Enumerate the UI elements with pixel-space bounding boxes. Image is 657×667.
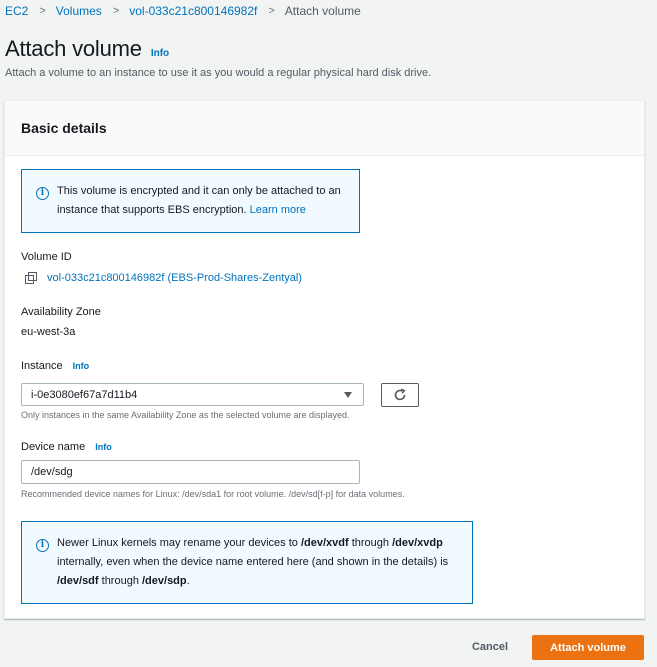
volume-id-row: vol-033c21c800146982f (EBS-Prod-Shares-Z…	[21, 272, 302, 284]
volume-id-label-text: Volume ID	[21, 251, 72, 263]
cancel-button[interactable]: Cancel	[462, 635, 518, 659]
basic-details-panel: Basic details i This volume is encrypted…	[4, 100, 645, 619]
page-header: Attach volume Info	[5, 36, 169, 62]
kernel-alert-bold-1: /dev/xvdf	[300, 537, 349, 549]
refresh-button[interactable]	[381, 383, 419, 407]
breadcrumb: EC2 > Volumes > vol-033c21c800146982f > …	[5, 3, 361, 19]
breadcrumb-volume-id[interactable]: vol-033c21c800146982f	[129, 4, 257, 18]
device-name-label: Device name Info	[21, 441, 112, 453]
chevron-right-icon: >	[112, 5, 120, 17]
device-name-label-text: Device name	[21, 441, 86, 453]
breadcrumb-volumes[interactable]: Volumes	[56, 4, 102, 18]
info-icon: i	[36, 187, 49, 200]
device-name-info-link[interactable]: Info	[95, 442, 112, 452]
breadcrumb-ec2[interactable]: EC2	[5, 4, 28, 18]
volume-id-link[interactable]: vol-033c21c800146982f (EBS-Prod-Shares-Z…	[47, 272, 302, 284]
info-icon: i	[36, 539, 49, 552]
panel-header: Basic details	[5, 101, 644, 156]
kernel-alert-bold-3: /dev/sdf	[57, 575, 99, 587]
instance-label-text: Instance	[21, 360, 63, 372]
panel-title: Basic details	[21, 120, 107, 136]
encryption-alert: i This volume is encrypted and it can on…	[21, 169, 360, 233]
kernel-rename-alert: i Newer Linux kernels may rename your de…	[21, 521, 473, 604]
kernel-alert-bold-4: /dev/sdp	[142, 575, 187, 587]
attach-volume-button[interactable]: Attach volume	[532, 635, 644, 660]
device-name-input[interactable]: /dev/sdg	[21, 460, 360, 484]
kernel-alert-text-4: through	[98, 575, 142, 587]
instance-select[interactable]: i-0e3080ef67a7d11b4	[21, 383, 364, 406]
kernel-alert-text-3: internally, even when the device name en…	[57, 556, 449, 568]
instance-select-value: i-0e3080ef67a7d11b4	[31, 388, 138, 401]
volume-id-label: Volume ID	[21, 251, 72, 263]
instance-label: Instance Info	[21, 360, 89, 372]
breadcrumb-current: Attach volume	[284, 4, 361, 18]
availability-zone-label: Availability Zone	[21, 306, 101, 318]
copy-icon[interactable]	[25, 272, 37, 284]
page-title: Attach volume	[5, 36, 142, 61]
device-name-hint: Recommended device names for Linux: /dev…	[21, 489, 405, 499]
availability-zone-label-text: Availability Zone	[21, 306, 101, 318]
refresh-icon	[394, 388, 406, 401]
page-description: Attach a volume to an instance to use it…	[5, 67, 432, 79]
kernel-alert-text-2: through	[348, 537, 393, 549]
kernel-alert-text-1: Newer Linux kernels may rename your devi…	[57, 537, 301, 549]
kernel-alert-text-5: .	[186, 575, 190, 587]
chevron-right-icon: >	[268, 5, 275, 17]
learn-more-link[interactable]: Learn more	[250, 204, 306, 216]
caret-down-icon	[344, 392, 352, 398]
title-info-link[interactable]: Info	[151, 48, 169, 59]
instance-info-link[interactable]: Info	[73, 361, 90, 371]
instance-hint: Only instances in the same Availability …	[21, 410, 350, 420]
kernel-alert-bold-2: /dev/xvdp	[392, 537, 443, 549]
availability-zone-value: eu-west-3a	[21, 326, 76, 338]
chevron-right-icon: >	[39, 5, 46, 17]
